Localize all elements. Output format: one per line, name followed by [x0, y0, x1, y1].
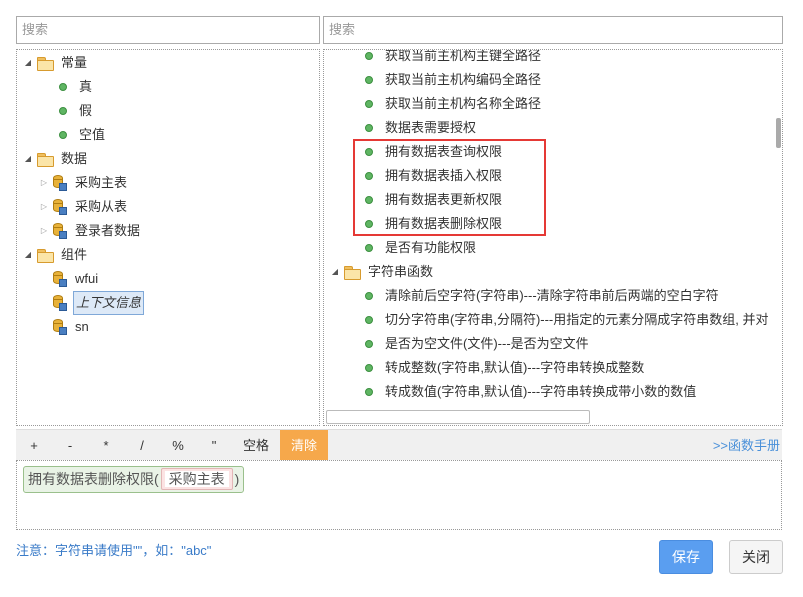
tree-item-context-info[interactable]: 上下文信息	[53, 291, 145, 315]
function-tree-panel: 获取当前主机构主键全路径 获取当前主机构编码全路径 获取当前主机构名称全路径 数…	[323, 49, 783, 426]
database-table-icon	[53, 199, 67, 215]
function-item[interactable]: 切分字符串(字符串,分隔符)---用指定的元素分隔成字符串数组, 并对	[365, 309, 770, 331]
tree-node-purchase-detail[interactable]: ▷ 采购从表	[39, 196, 129, 218]
expand-arrow-icon[interactable]: ◢	[23, 148, 33, 170]
percent-button[interactable]: %	[160, 430, 196, 461]
variable-tree-panel: ◢ 常量 真 假 空值 ◢ 数据 ▷ 采购主表 ▷ 采购从表 ▷ 登录者数据 ◢…	[16, 49, 320, 426]
leaf-dot-icon	[59, 107, 67, 115]
leaf-dot-icon	[365, 76, 373, 84]
leaf-dot-icon	[365, 292, 373, 300]
expression-editor[interactable]: 拥有数据表删除权限(采购主表)	[16, 460, 782, 530]
function-item-update-permission[interactable]: 拥有数据表更新权限	[365, 189, 504, 211]
save-button[interactable]: 保存	[659, 540, 713, 574]
string-usage-note: 注意：字符串请使用""，如："abc"	[16, 543, 212, 558]
leaf-dot-icon	[365, 340, 373, 348]
folder-icon	[344, 266, 361, 280]
function-item[interactable]: 是否为空文件(文件)---是否为空文件	[365, 333, 591, 355]
tree-item-sn[interactable]: sn	[53, 316, 91, 338]
close-button[interactable]: 关闭	[729, 540, 783, 574]
tree-node-constants[interactable]: ◢ 常量	[23, 52, 89, 74]
leaf-dot-icon	[59, 131, 67, 139]
folder-icon	[37, 57, 54, 71]
leaf-dot-icon	[365, 316, 373, 324]
database-table-icon	[53, 175, 67, 191]
database-table-icon	[53, 295, 67, 311]
tree-node-components[interactable]: ◢ 组件	[23, 244, 89, 266]
multiply-button[interactable]: *	[88, 430, 124, 461]
expand-arrow-icon[interactable]: ◢	[23, 244, 33, 266]
function-item[interactable]: 数据表需要授权	[365, 117, 478, 139]
tree-node-data[interactable]: ◢ 数据	[23, 148, 89, 170]
collapse-arrow-icon[interactable]: ▷	[39, 220, 49, 242]
operator-toolbar: + - * / % " 空格 清除 >>函数手册	[16, 429, 782, 461]
database-table-icon	[53, 271, 67, 287]
database-table-icon	[53, 223, 67, 239]
leaf-dot-icon	[365, 124, 373, 132]
space-button[interactable]: 空格	[232, 430, 280, 461]
leaf-dot-icon	[365, 172, 373, 180]
function-item[interactable]: 转成整数(字符串,默认值)---字符串转换成整数	[365, 357, 646, 379]
folder-icon	[37, 153, 54, 167]
leaf-dot-icon	[365, 220, 373, 228]
minus-button[interactable]: -	[52, 430, 88, 461]
leaf-dot-icon	[365, 100, 373, 108]
function-item-delete-permission[interactable]: 拥有数据表删除权限	[365, 213, 504, 235]
horizontal-scrollbar[interactable]	[326, 410, 590, 424]
right-search-input[interactable]: 搜索	[323, 16, 783, 44]
leaf-dot-icon	[365, 244, 373, 252]
expand-arrow-icon[interactable]: ◢	[23, 52, 33, 74]
function-item-insert-permission[interactable]: 拥有数据表插入权限	[365, 165, 504, 187]
tree-node-string-functions[interactable]: ◢ 字符串函数	[330, 261, 435, 283]
divide-button[interactable]: /	[124, 430, 160, 461]
function-item[interactable]: 是否有功能权限	[365, 237, 478, 259]
function-manual-link[interactable]: >>函数手册	[713, 430, 780, 461]
folder-icon	[37, 249, 54, 263]
leaf-dot-icon	[365, 196, 373, 204]
tree-node-login-user[interactable]: ▷ 登录者数据	[39, 220, 142, 242]
tree-item-false[interactable]: 假	[59, 100, 94, 122]
leaf-dot-icon	[365, 52, 373, 60]
tree-item-wfui[interactable]: wfui	[53, 268, 100, 290]
leaf-dot-icon	[59, 83, 67, 91]
tree-item-true[interactable]: 真	[59, 76, 94, 98]
leaf-dot-icon	[365, 388, 373, 396]
clear-button[interactable]: 清除	[280, 430, 328, 461]
quote-button[interactable]: "	[196, 430, 232, 461]
expression-function-token[interactable]: 拥有数据表删除权限(采购主表)	[23, 466, 245, 493]
expression-argument-token[interactable]: 采购主表	[160, 468, 233, 490]
function-item[interactable]: 获取当前主机构名称全路径	[365, 93, 543, 115]
function-item-query-permission[interactable]: 拥有数据表查询权限	[365, 141, 504, 163]
plus-button[interactable]: +	[16, 430, 52, 461]
function-item[interactable]: 获取当前主机构主键全路径	[365, 50, 543, 67]
database-table-icon	[53, 319, 67, 335]
vertical-scrollbar[interactable]	[776, 118, 781, 148]
leaf-dot-icon	[365, 148, 373, 156]
function-item[interactable]: 获取当前主机构编码全路径	[365, 69, 543, 91]
function-item[interactable]: 转成数值(字符串,默认值)---字符串转换成带小数的数值	[365, 381, 698, 403]
tree-node-purchase-main[interactable]: ▷ 采购主表	[39, 172, 129, 194]
collapse-arrow-icon[interactable]: ▷	[39, 172, 49, 194]
collapse-arrow-icon[interactable]: ▷	[39, 196, 49, 218]
leaf-dot-icon	[365, 364, 373, 372]
function-item[interactable]: 清除前后空字符(字符串)---清除字符串前后两端的空白字符	[365, 285, 721, 307]
left-search-input[interactable]: 搜索	[16, 16, 320, 44]
expand-arrow-icon[interactable]: ◢	[330, 261, 340, 283]
tree-item-null[interactable]: 空值	[59, 124, 107, 146]
